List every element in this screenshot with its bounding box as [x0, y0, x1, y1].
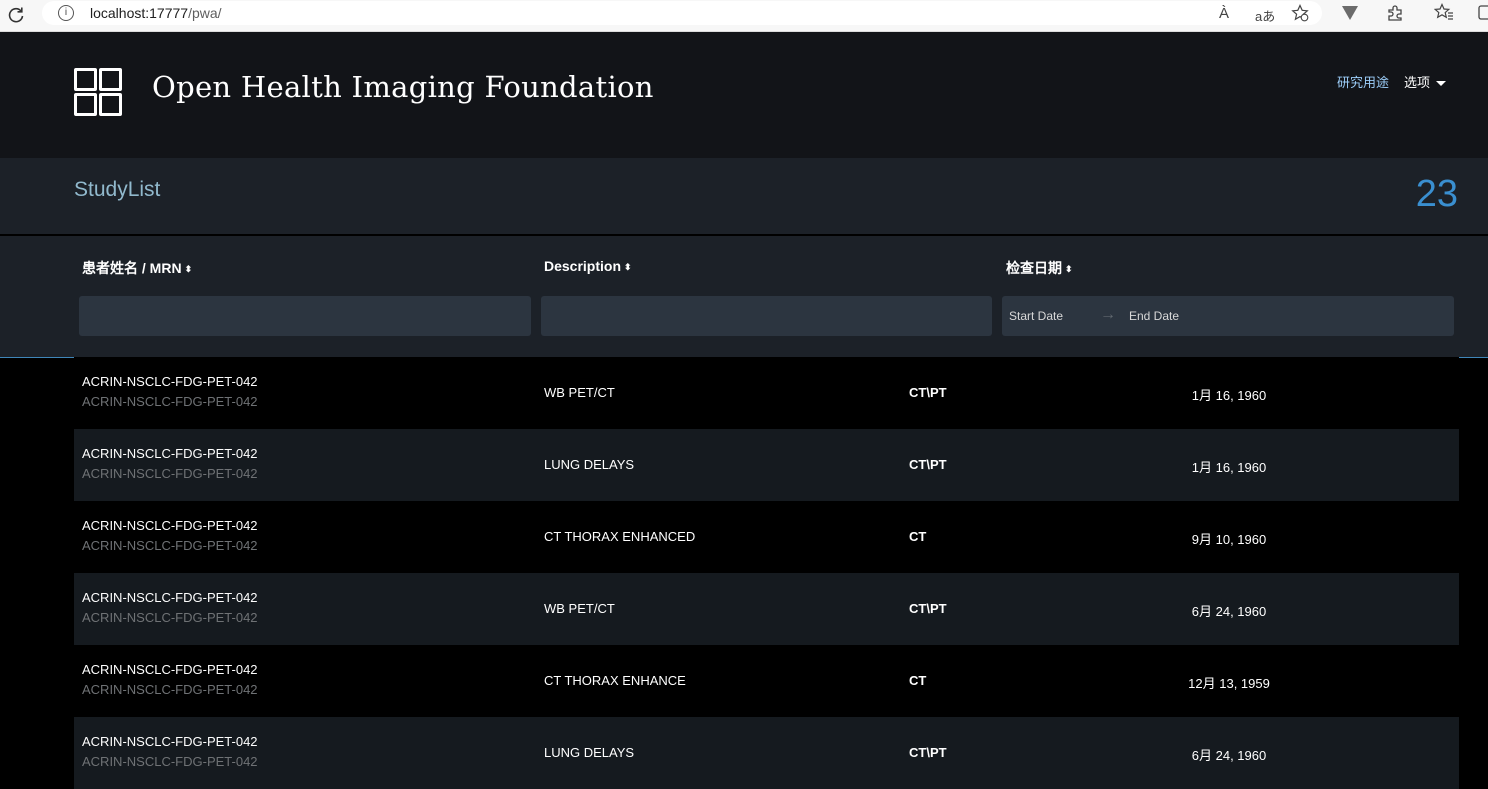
table-row[interactable]: ACRIN-NSCLC-FDG-PET-042 ACRIN-NSCLC-FDG-… — [74, 357, 1459, 429]
patient-name: ACRIN-NSCLC-FDG-PET-042 — [82, 662, 258, 677]
study-modality: CT — [909, 673, 927, 688]
table-row[interactable]: ACRIN-NSCLC-FDG-PET-042 ACRIN-NSCLC-FDG-… — [74, 645, 1459, 717]
study-description: CT THORAX ENHANCED — [544, 529, 696, 544]
sort-description-header[interactable]: Description ⬍ — [544, 258, 632, 274]
study-description: CT THORAX ENHANCE — [544, 673, 686, 688]
app-header: Open Health Imaging Foundation 研究用途 选项 — [0, 32, 1488, 158]
study-modality: CT\PT — [909, 745, 947, 760]
study-modality: CT\PT — [909, 457, 947, 472]
sort-patient-header[interactable]: 患者姓名 / MRN ⬍ — [82, 258, 192, 278]
study-date: 9月 10, 1960 — [1191, 532, 1267, 547]
brand-title: Open Health Imaging Foundation — [152, 70, 654, 104]
address-bar[interactable]: i localhost:17777/pwa/ À aあ — [42, 1, 1322, 25]
arrow-right-icon: → — [1100, 306, 1116, 323]
read-aloud-icon[interactable]: À — [1219, 5, 1229, 22]
study-modality: CT\PT — [909, 601, 947, 616]
study-description: LUNG DELAYS — [544, 745, 635, 760]
patient-header-label: 患者姓名 / MRN — [82, 260, 182, 276]
url-host: localhost:17777 — [90, 5, 189, 21]
patient-mrn: ACRIN-NSCLC-FDG-PET-042 — [82, 466, 258, 481]
end-date-input[interactable]: End Date — [1129, 309, 1179, 323]
patient-mrn: ACRIN-NSCLC-FDG-PET-042 — [82, 538, 258, 553]
study-description: WB PET/CT — [544, 385, 615, 400]
patient-name: ACRIN-NSCLC-FDG-PET-042 — [82, 734, 258, 749]
study-date: 6月 24, 1960 — [1191, 748, 1267, 763]
research-use-link[interactable]: 研究用途 — [1337, 72, 1389, 91]
patient-name: ACRIN-NSCLC-FDG-PET-042 — [82, 590, 258, 605]
patient-mrn: ACRIN-NSCLC-FDG-PET-042 — [82, 394, 258, 409]
sort-date-header[interactable]: 检查日期 ⬍ — [1006, 258, 1073, 278]
study-date: 6月 24, 1960 — [1191, 604, 1267, 619]
description-header-label: Description — [544, 258, 622, 274]
translate-icon[interactable]: aあ — [1255, 6, 1275, 25]
patient-mrn: ACRIN-NSCLC-FDG-PET-042 — [82, 610, 258, 625]
study-date: 12月 13, 1959 — [1188, 676, 1270, 691]
study-date: 1月 16, 1960 — [1191, 460, 1267, 475]
filter-panel: 患者姓名 / MRN ⬍ Description ⬍ 检查日期 ⬍ Start Dat… — [0, 235, 1488, 358]
info-icon[interactable]: i — [58, 5, 74, 21]
date-range-picker: Start Date → End Date — [1002, 296, 1454, 336]
favorites-icon[interactable] — [1434, 3, 1454, 21]
sort-icon: ⬍ — [624, 262, 632, 272]
study-modality: CT — [909, 529, 927, 544]
patient-name: ACRIN-NSCLC-FDG-PET-042 — [82, 446, 258, 461]
table-row[interactable]: ACRIN-NSCLC-FDG-PET-042 ACRIN-NSCLC-FDG-… — [74, 573, 1459, 645]
options-label: 选项 — [1404, 75, 1431, 90]
sort-icon: ⬍ — [184, 264, 193, 274]
url-text: localhost:17777/pwa/ — [90, 5, 222, 21]
study-table: ACRIN-NSCLC-FDG-PET-042 ACRIN-NSCLC-FDG-… — [74, 357, 1459, 789]
study-count: 23 — [1415, 173, 1458, 215]
patient-mrn: ACRIN-NSCLC-FDG-PET-042 — [82, 754, 258, 769]
studylist-header: StudyList 23 — [0, 158, 1488, 234]
table-row[interactable]: ACRIN-NSCLC-FDG-PET-042 ACRIN-NSCLC-FDG-… — [74, 717, 1459, 789]
study-description: LUNG DELAYS — [544, 457, 635, 472]
study-date: 1月 16, 1960 — [1191, 388, 1267, 403]
collections-icon[interactable] — [1478, 4, 1488, 22]
url-path: /pwa/ — [188, 5, 222, 21]
start-date-input[interactable]: Start Date — [1009, 309, 1063, 323]
sort-icon: ⬍ — [1065, 264, 1073, 274]
patient-filter-input[interactable] — [79, 296, 531, 336]
page-title: StudyList — [74, 178, 161, 201]
study-description: WB PET/CT — [544, 601, 615, 616]
reload-icon[interactable] — [5, 4, 27, 26]
options-menu[interactable]: 选项 — [1404, 72, 1447, 91]
description-filter-input[interactable] — [541, 296, 992, 336]
patient-mrn: ACRIN-NSCLC-FDG-PET-042 — [82, 682, 258, 697]
patient-name: ACRIN-NSCLC-FDG-PET-042 — [82, 518, 258, 533]
extension-v-icon[interactable] — [1341, 5, 1359, 21]
extensions-icon[interactable] — [1386, 4, 1404, 22]
patient-name: ACRIN-NSCLC-FDG-PET-042 — [82, 374, 258, 389]
date-header-label: 检查日期 — [1006, 260, 1062, 276]
table-row[interactable]: ACRIN-NSCLC-FDG-PET-042 ACRIN-NSCLC-FDG-… — [74, 429, 1459, 501]
favorite-add-icon[interactable] — [1291, 4, 1309, 22]
ohif-logo-icon — [74, 68, 124, 118]
table-row[interactable]: ACRIN-NSCLC-FDG-PET-042 ACRIN-NSCLC-FDG-… — [74, 501, 1459, 573]
study-modality: CT\PT — [909, 385, 947, 400]
browser-toolbar: i localhost:17777/pwa/ À aあ — [0, 0, 1488, 32]
chevron-down-icon — [1436, 81, 1447, 87]
